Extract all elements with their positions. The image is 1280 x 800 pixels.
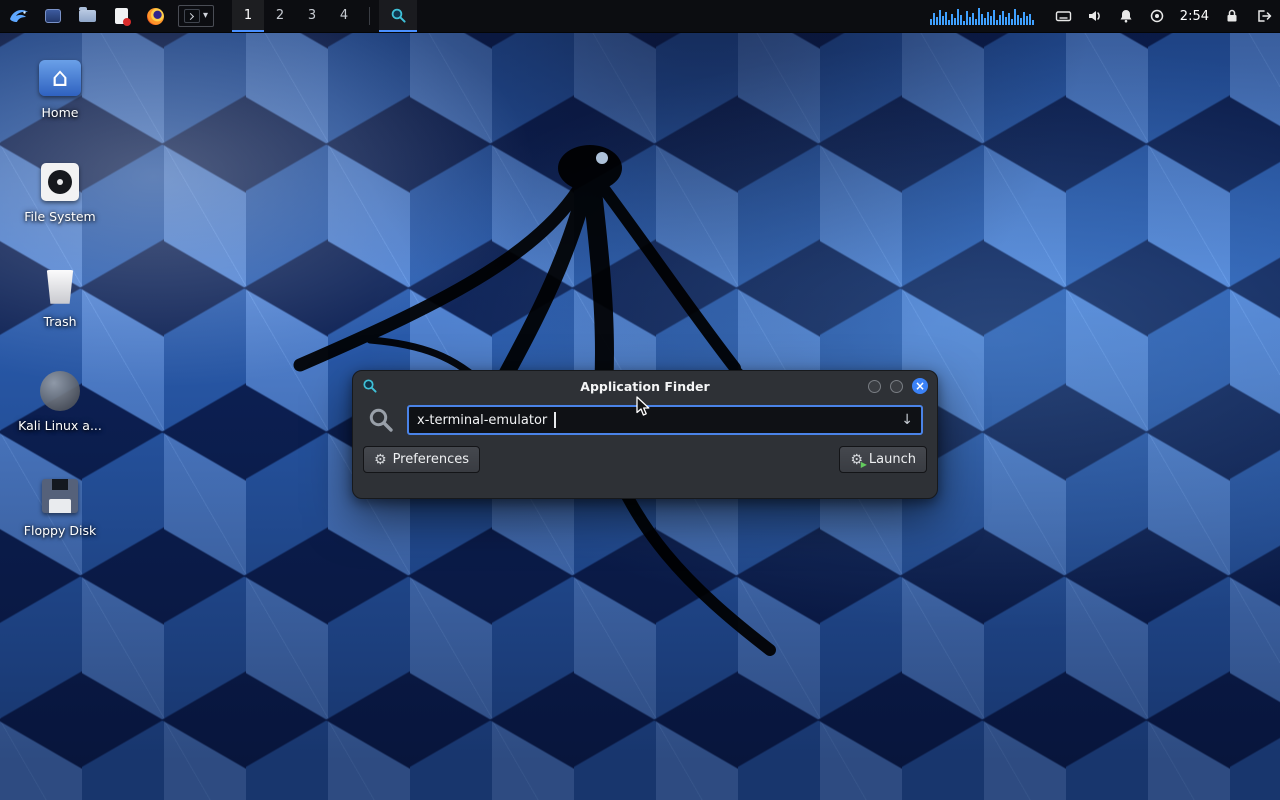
desktop-icon-label: Trash (43, 315, 76, 329)
launch-button-label: Launch (869, 452, 916, 467)
close-icon: × (915, 380, 925, 392)
logout-icon[interactable] (1255, 8, 1272, 24)
text-cursor (554, 412, 556, 428)
desktop-icon-list: ⌂ Home File System Trash Kali Linux a...… (14, 56, 106, 538)
folder-icon (79, 10, 96, 22)
file-system-icon (41, 163, 79, 201)
desktop-icon-label: File System (24, 210, 96, 224)
desktop-icon-trash[interactable]: Trash (14, 265, 106, 329)
kali-logo-icon (7, 4, 31, 28)
gear-icon: ⚙ (374, 453, 387, 467)
workspace-button-4[interactable]: 4 (328, 0, 360, 32)
close-button[interactable]: × (912, 378, 928, 394)
home-icon: ⌂ (39, 60, 81, 96)
dropdown-arrow-icon[interactable]: ↓ (901, 412, 913, 428)
workspace-switcher: 1 2 3 4 (232, 0, 360, 32)
launcher-file-manager[interactable] (70, 0, 104, 32)
notifications-bell-icon[interactable] (1118, 8, 1134, 24)
task-application-finder[interactable] (379, 0, 417, 32)
desktop-icon-home[interactable]: ⌂ Home (14, 56, 106, 120)
firefox-icon (147, 8, 164, 25)
launcher-window[interactable] (36, 0, 70, 32)
panel-separator (369, 7, 370, 25)
launch-icon: ⚙ ▶ (850, 453, 863, 467)
keyboard-indicator-icon[interactable] (1055, 8, 1072, 24)
chevron-down-icon: ▾ (203, 11, 208, 21)
maximize-button[interactable] (890, 380, 903, 393)
top-panel: ▾ 1 2 3 4 (0, 0, 1280, 33)
preferences-button-label: Preferences (393, 452, 469, 467)
launch-button[interactable]: ⚙ ▶ Launch (839, 446, 927, 473)
minimize-button[interactable] (868, 380, 881, 393)
lock-screen-icon[interactable] (1224, 8, 1240, 24)
desktop-icon-label: Home (42, 106, 79, 120)
search-input-value: x-terminal-emulator (417, 413, 547, 428)
desktop-icon-file-system[interactable]: File System (14, 160, 106, 224)
desktop-icon-kali-linux[interactable]: Kali Linux a... (14, 369, 106, 433)
preferences-button[interactable]: ⚙ Preferences (363, 446, 480, 473)
floppy-disk-icon (42, 479, 78, 513)
desktop-icon-label: Kali Linux a... (18, 419, 102, 433)
dialog-title: Application Finder (353, 379, 937, 394)
window-controls: × (868, 378, 928, 394)
network-monitor-graph[interactable] (930, 5, 1040, 27)
search-icon-large (367, 406, 395, 434)
mouse-cursor (634, 396, 654, 418)
dialog-button-row: ⚙ Preferences ⚙ ▶ Launch (353, 435, 937, 473)
panel-right-group: 2:54 (930, 0, 1272, 32)
status-indicator-icon[interactable] (1149, 8, 1165, 24)
clock[interactable]: 2:54 (1180, 9, 1209, 24)
application-finder-window: Application Finder × x-terminal-emulator… (352, 370, 938, 499)
launcher-firefox[interactable] (138, 0, 172, 32)
workspace-button-2[interactable]: 2 (264, 0, 296, 32)
volume-icon[interactable] (1087, 8, 1103, 24)
launcher-terminal-dropdown[interactable]: ▾ (178, 5, 214, 27)
document-icon (115, 8, 128, 24)
search-icon (390, 7, 407, 24)
workspace-button-1[interactable]: 1 (232, 0, 264, 32)
launch-play-glyph: ▶ (861, 461, 867, 469)
panel-left-group: ▾ 1 2 3 4 (2, 0, 417, 32)
window-icon (45, 9, 61, 23)
desktop-icon-label: Floppy Disk (24, 524, 96, 538)
workspace-button-3[interactable]: 3 (296, 0, 328, 32)
search-input[interactable]: x-terminal-emulator ↓ (407, 405, 923, 435)
terminal-icon (184, 9, 200, 23)
kali-disc-icon (40, 371, 80, 411)
applications-menu-button[interactable] (2, 0, 36, 32)
application-finder-icon (362, 378, 378, 394)
desktop-icon-floppy-disk[interactable]: Floppy Disk (14, 474, 106, 538)
trash-icon (45, 270, 75, 304)
launcher-text-editor[interactable] (104, 0, 138, 32)
